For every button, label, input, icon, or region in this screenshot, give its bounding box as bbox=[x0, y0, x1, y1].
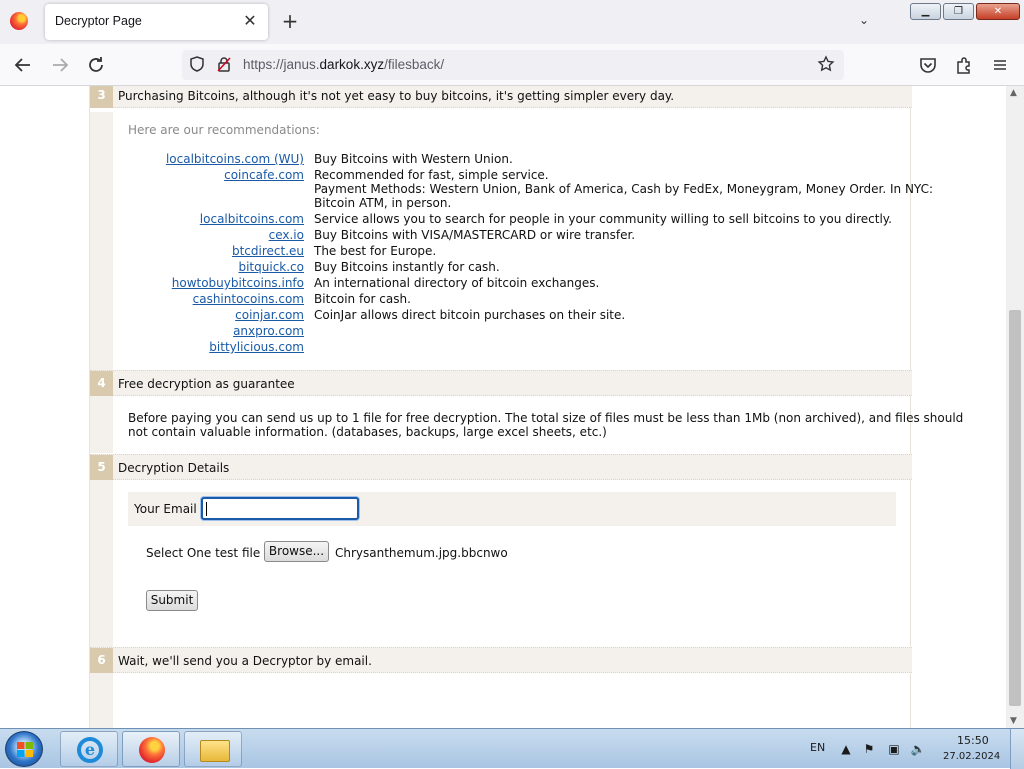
section-4-header: 4 Free decryption as guarantee bbox=[90, 370, 912, 396]
exchange-link[interactable]: coincafe.com bbox=[104, 168, 304, 182]
language-indicator[interactable]: EN bbox=[810, 741, 825, 754]
section-6-gutter bbox=[90, 673, 113, 728]
tab-decryptor-page[interactable]: Decryptor Page ✕ bbox=[45, 4, 268, 40]
pocket-icon[interactable] bbox=[917, 54, 939, 76]
email-field[interactable] bbox=[201, 497, 359, 520]
taskbar-firefox[interactable] bbox=[122, 731, 180, 767]
close-window-button[interactable]: ✕ bbox=[976, 3, 1020, 20]
exchange-desc: An international directory of bitcoin ex… bbox=[314, 276, 600, 290]
navigation-bar: https://janus.darkok.xyz/filesback/ bbox=[0, 44, 1024, 86]
section-number: 4 bbox=[90, 371, 113, 396]
section-5-header: 5 Decryption Details bbox=[90, 454, 912, 480]
vertical-scrollbar[interactable]: ▲ ▼ bbox=[1006, 86, 1024, 728]
exchange-desc: Buy Bitcoins instantly for cash. bbox=[314, 260, 500, 274]
url-bar[interactable]: https://janus.darkok.xyz/filesback/ bbox=[182, 50, 844, 80]
section-5-gutter bbox=[90, 479, 113, 647]
section-number: 3 bbox=[90, 86, 113, 108]
show-hidden-icons-icon[interactable]: ▲ bbox=[838, 741, 854, 757]
exchange-link[interactable]: bitquick.co bbox=[104, 260, 304, 274]
exchange-desc: Buy Bitcoins with VISA/MASTERCARD or wir… bbox=[314, 228, 636, 242]
scroll-down-arrow-icon[interactable]: ▼ bbox=[1010, 716, 1017, 726]
reload-icon[interactable] bbox=[85, 54, 107, 76]
free-decryption-text-line1: Before paying you can send us up to 1 fi… bbox=[128, 411, 964, 425]
exchange-link[interactable]: cex.io bbox=[104, 228, 304, 242]
maximize-button[interactable]: ❐ bbox=[943, 3, 974, 20]
windows-logo-icon bbox=[17, 742, 33, 757]
exchange-desc: Buy Bitcoins with Western Union. bbox=[314, 152, 513, 166]
minimize-button[interactable]: ▁ bbox=[910, 3, 941, 20]
section-title: Decryption Details bbox=[118, 461, 230, 475]
exchange-desc: Bitcoin for cash. bbox=[314, 292, 411, 306]
url-path: /filesback/ bbox=[384, 57, 445, 72]
section-title: Free decryption as guarantee bbox=[118, 377, 295, 391]
exchange-desc: CoinJar allows direct bitcoin purchases … bbox=[314, 308, 626, 322]
exchange-link[interactable]: coinjar.com bbox=[104, 308, 304, 322]
action-center-flag-icon[interactable]: ⚑ bbox=[861, 741, 877, 757]
text-caret bbox=[206, 502, 207, 516]
section-number: 6 bbox=[90, 648, 113, 673]
tracking-shield-icon[interactable] bbox=[187, 55, 207, 75]
firefox-icon bbox=[139, 737, 165, 763]
list-all-tabs-icon[interactable]: ⌄ bbox=[854, 10, 874, 30]
taskbar-file-explorer[interactable] bbox=[184, 731, 242, 767]
window-controls: ▁ ❐ ✕ bbox=[910, 3, 1020, 20]
free-decryption-text-line2: not contain valuable information. (datab… bbox=[128, 425, 607, 439]
taskbar-internet-explorer[interactable]: e bbox=[60, 731, 118, 767]
exchange-desc: The best for Europe. bbox=[314, 244, 437, 258]
section-3-header: 3 Purchasing Bitcoins, although it's not… bbox=[90, 86, 912, 108]
exchange-desc-atm: Bitcoin ATM, in person. bbox=[314, 196, 452, 210]
exchange-link[interactable]: howtobuybitcoins.info bbox=[104, 276, 304, 290]
hamburger-menu-icon[interactable] bbox=[989, 54, 1011, 76]
clock-time[interactable]: 15:50 bbox=[957, 734, 989, 747]
selected-file-name: Chrysanthemum.jpg.bbcnwo bbox=[335, 546, 508, 560]
exchange-link[interactable]: localbitcoins.com bbox=[104, 212, 304, 226]
exchange-link[interactable]: btcdirect.eu bbox=[104, 244, 304, 258]
tab-title: Decryptor Page bbox=[55, 14, 142, 28]
new-tab-button[interactable]: + bbox=[280, 10, 300, 32]
scrollbar-thumb[interactable] bbox=[1009, 310, 1021, 706]
section-4-gutter bbox=[90, 395, 113, 453]
recommendations-intro: Here are our recommendations: bbox=[128, 123, 320, 137]
exchange-desc-payment: Payment Methods: Western Union, Bank of … bbox=[314, 182, 934, 196]
exchange-desc: Service allows you to search for people … bbox=[314, 212, 892, 226]
internet-explorer-icon: e bbox=[77, 737, 103, 763]
extensions-icon[interactable] bbox=[953, 54, 975, 76]
url-text[interactable]: https://janus.darkok.xyz/filesback/ bbox=[243, 57, 444, 72]
lock-icon[interactable] bbox=[214, 55, 234, 75]
page-viewport: 3 Purchasing Bitcoins, although it's not… bbox=[0, 86, 1006, 728]
email-label: Your Email : bbox=[134, 502, 205, 516]
browse-button[interactable]: Browse... bbox=[264, 541, 329, 562]
section-title: Wait, we'll send you a Decryptor by emai… bbox=[118, 654, 372, 668]
url-domain: darkok.xyz bbox=[319, 57, 385, 72]
url-prefix: https://janus. bbox=[243, 57, 320, 72]
firefox-view-icon[interactable] bbox=[10, 12, 28, 30]
section-6-header: 6 Wait, we'll send you a Decryptor by em… bbox=[90, 647, 912, 673]
tab-close-icon[interactable]: ✕ bbox=[240, 11, 260, 31]
folder-icon bbox=[200, 740, 230, 762]
bookmark-star-icon[interactable] bbox=[816, 55, 836, 75]
show-desktop-button[interactable] bbox=[1010, 729, 1024, 769]
browser-window: Decryptor Page ✕ + ⌄ ▁ ❐ ✕ https://janus… bbox=[0, 0, 1024, 728]
exchange-link[interactable]: anxpro.com bbox=[104, 324, 304, 338]
scroll-up-arrow-icon[interactable]: ▲ bbox=[1010, 88, 1017, 98]
email-row: Your Email : bbox=[128, 492, 896, 526]
exchange-link[interactable]: localbitcoins.com (WU) bbox=[104, 152, 304, 166]
windows-taskbar: e EN ▲ ⚑ ▣ 🔈 15:50 27.02.2024 bbox=[0, 728, 1024, 769]
section-number: 5 bbox=[90, 455, 113, 480]
exchange-desc: Recommended for fast, simple service. bbox=[314, 168, 549, 182]
clock-date[interactable]: 27.02.2024 bbox=[943, 751, 1000, 762]
submit-button[interactable]: Submit bbox=[146, 590, 198, 611]
decryptor-page: 3 Purchasing Bitcoins, although it's not… bbox=[89, 86, 963, 728]
forward-icon[interactable] bbox=[49, 54, 71, 76]
file-label: Select One test file : bbox=[146, 546, 269, 560]
volume-muted-icon[interactable]: 🔈 bbox=[910, 741, 926, 757]
network-icon[interactable]: ▣ bbox=[886, 741, 902, 757]
start-button[interactable] bbox=[5, 731, 43, 767]
back-icon[interactable] bbox=[12, 54, 34, 76]
exchange-link[interactable]: bittylicious.com bbox=[104, 340, 304, 354]
exchange-link[interactable]: cashintocoins.com bbox=[104, 292, 304, 306]
section-title: Purchasing Bitcoins, although it's not y… bbox=[118, 89, 675, 103]
tab-strip: Decryptor Page ✕ + ⌄ ▁ ❐ ✕ bbox=[0, 0, 1024, 44]
